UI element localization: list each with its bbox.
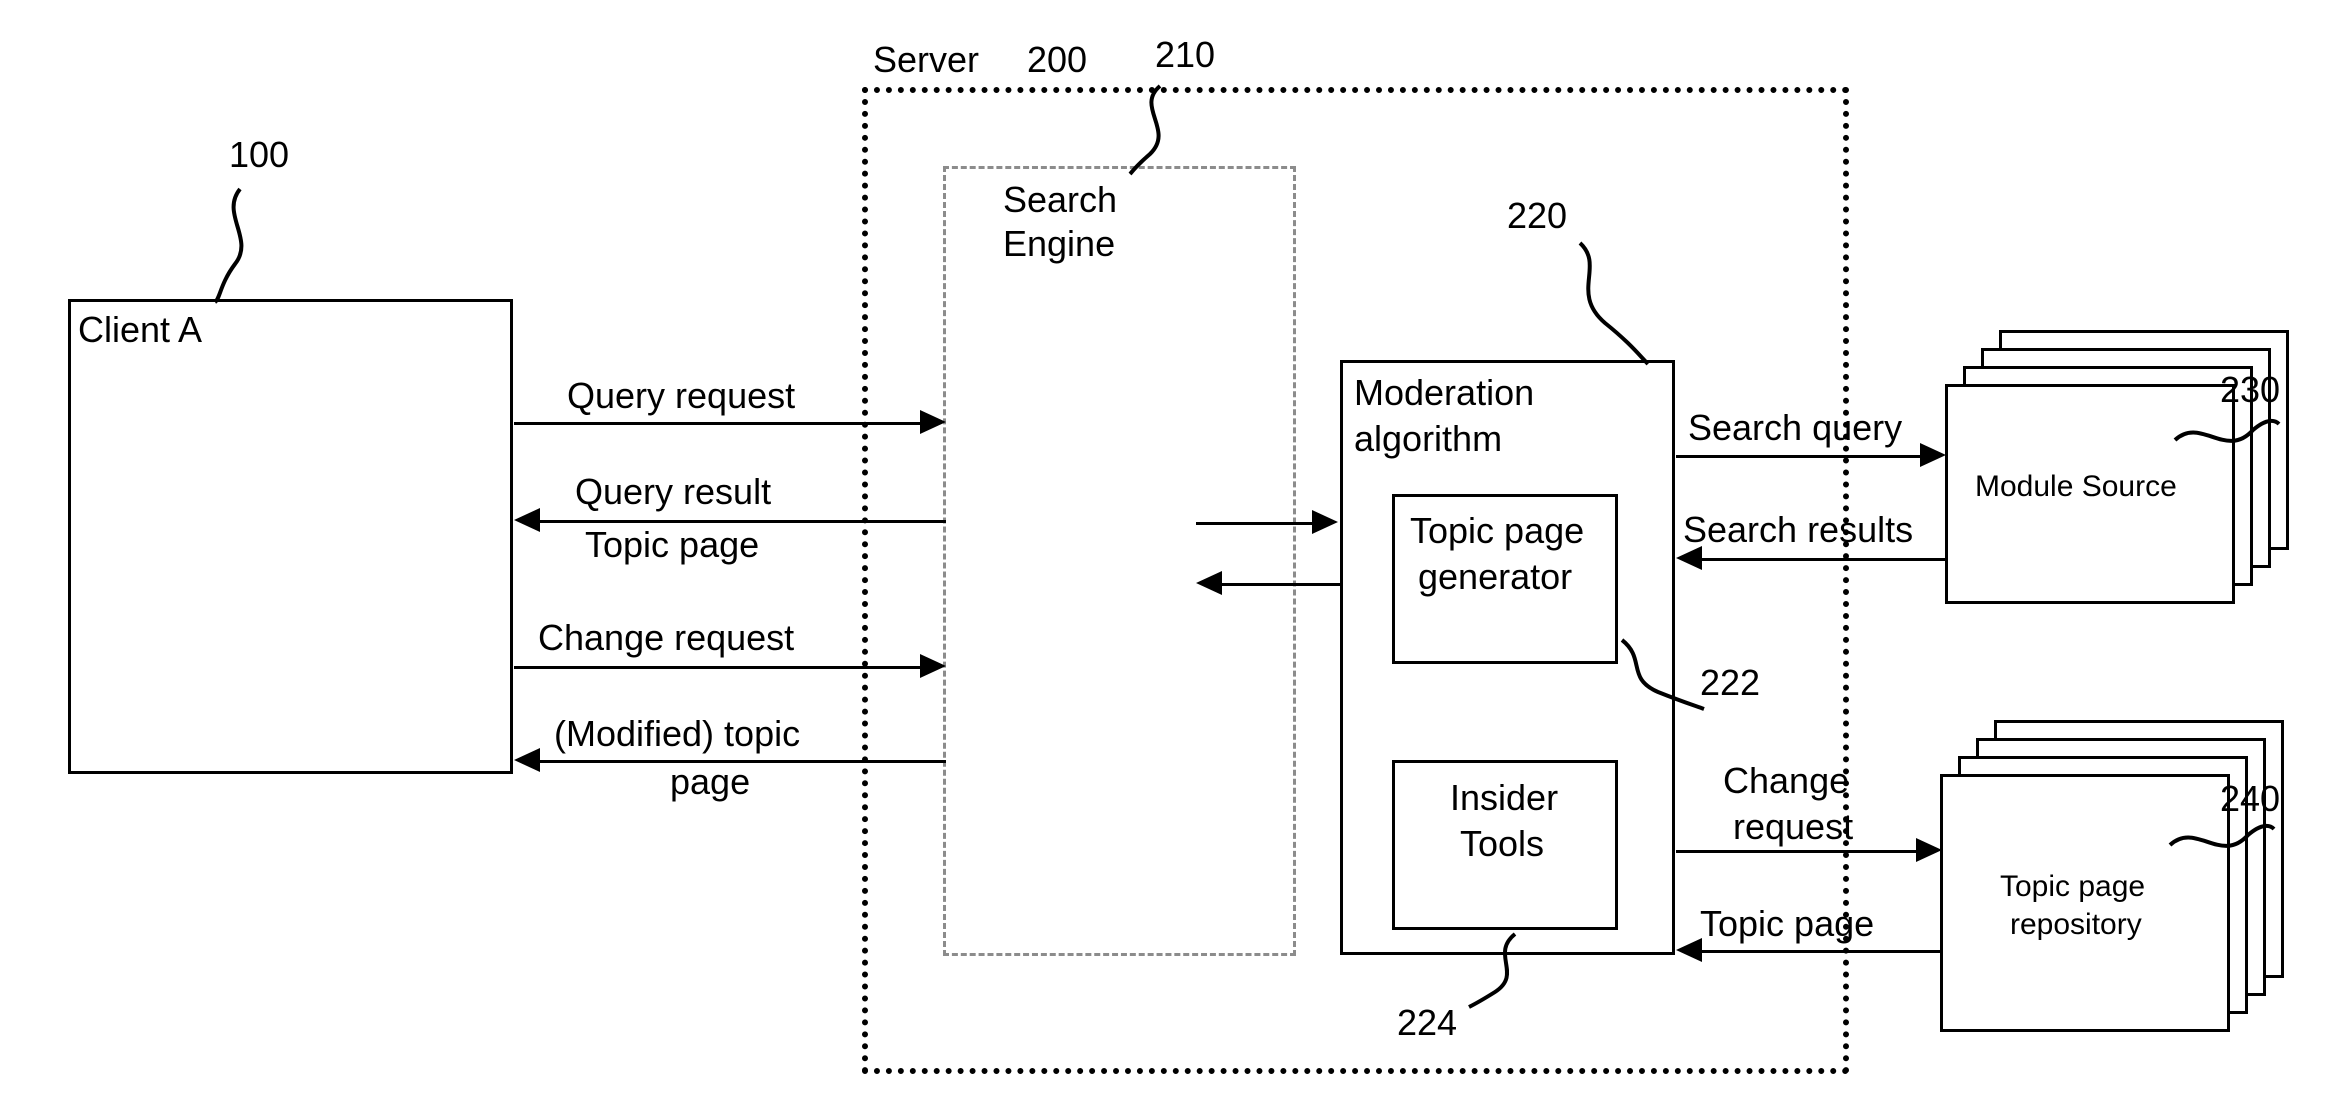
- squiggle-220: [1570, 238, 1660, 368]
- squiggle-210: [1120, 82, 1190, 177]
- label-query-result: Query result: [575, 471, 771, 513]
- ref-client-a: 100: [229, 134, 289, 176]
- insider-l2: Tools: [1460, 823, 1544, 865]
- arrow-se-to-mod: [1196, 522, 1316, 525]
- label-search-query: Search query: [1688, 407, 1902, 449]
- arrow-query-result: [538, 520, 946, 523]
- label-search-results: Search results: [1683, 509, 1913, 551]
- label-query-request: Query request: [567, 375, 795, 417]
- search-engine-box: [943, 166, 1296, 956]
- arrow-topic-page-from-repo-head: [1676, 938, 1702, 962]
- arrow-topic-page-from-repo: [1700, 950, 1940, 953]
- ref-topic-gen: 222: [1700, 662, 1760, 704]
- arrow-mod-to-se-head: [1196, 571, 1222, 595]
- ref-insider-tools: 224: [1397, 1002, 1457, 1044]
- arrow-search-query: [1676, 455, 1924, 458]
- squiggle-240: [2166, 815, 2276, 865]
- topic-repo-l1: Topic page: [2000, 870, 2145, 904]
- module-source-label: Module Source: [1975, 470, 2177, 504]
- label-change-request-client: Change request: [538, 617, 794, 659]
- label-topic-page-from-repo: Topic page: [1700, 903, 1874, 945]
- arrow-change-request-repo-head: [1916, 838, 1942, 862]
- arrow-se-to-mod-head: [1312, 510, 1338, 534]
- arrow-change-request-repo: [1676, 850, 1920, 853]
- arrow-change-request-client: [514, 666, 924, 669]
- squiggle-230: [2171, 410, 2281, 460]
- ref-module-source: 230: [2220, 369, 2280, 411]
- ref-search-engine: 210: [1155, 34, 1215, 76]
- ref-server: 200: [1027, 39, 1087, 81]
- label-modified-topic-page-l2: page: [670, 761, 750, 803]
- arrow-change-request-client-head: [920, 654, 946, 678]
- client-a-label: Client A: [78, 309, 202, 351]
- squiggle-224: [1465, 930, 1535, 1010]
- diagram-canvas: Client A 100 Server 200 Search Engine 21…: [0, 0, 2335, 1109]
- squiggle-222: [1618, 634, 1708, 714]
- label-modified-topic-page-l1: (Modified) topic: [554, 713, 800, 755]
- moderation-l2: algorithm: [1354, 418, 1502, 460]
- squiggle-100: [200, 184, 270, 304]
- label-change-request-repo-l2: request: [1733, 806, 1853, 848]
- arrow-query-request: [514, 422, 924, 425]
- client-a-box: [68, 299, 513, 774]
- arrow-query-request-head: [920, 410, 946, 434]
- label-change-request-repo-l1: Change: [1723, 760, 1849, 802]
- topic-repo-l2: repository: [2010, 908, 2142, 942]
- label-topic-page-under-query: Topic page: [585, 524, 759, 566]
- insider-l1: Insider: [1450, 777, 1558, 819]
- server-label: Server: [873, 39, 979, 81]
- arrow-mod-to-se: [1220, 583, 1340, 586]
- arrow-search-query-head: [1920, 443, 1946, 467]
- moderation-l1: Moderation: [1354, 372, 1534, 414]
- search-engine-l2: Engine: [1003, 223, 1115, 265]
- arrow-query-result-head: [514, 508, 540, 532]
- topic-gen-l2: generator: [1418, 556, 1572, 598]
- arrow-modified-topic-page-head: [514, 748, 540, 772]
- ref-topic-repo: 240: [2220, 778, 2280, 820]
- arrow-search-results: [1700, 558, 1946, 561]
- ref-moderation: 220: [1507, 195, 1567, 237]
- search-engine-l1: Search: [1003, 179, 1117, 221]
- topic-gen-l1: Topic page: [1410, 510, 1584, 552]
